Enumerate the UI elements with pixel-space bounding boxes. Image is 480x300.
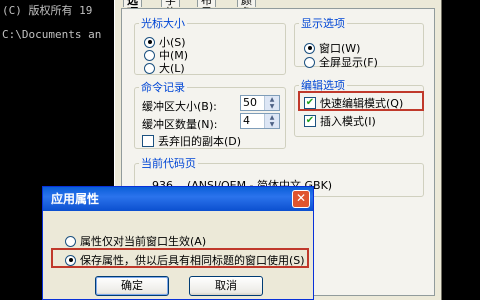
quick-edit-option[interactable]: ✔ 快速编辑模式(Q) bbox=[304, 95, 403, 111]
checkbox-icon[interactable] bbox=[142, 135, 154, 147]
spin-up-icon[interactable]: ▲ bbox=[265, 114, 279, 121]
insert-mode-label: 插入模式(I) bbox=[320, 115, 376, 128]
display-options-title: 显示选项 bbox=[301, 17, 345, 30]
buffer-count-spinner[interactable]: 4 ▲ ▼ bbox=[240, 113, 280, 129]
command-history-title: 命令记录 bbox=[141, 81, 185, 94]
buffer-size-value[interactable]: 50 bbox=[241, 96, 264, 110]
console-prompt-line: C:\Documents an bbox=[2, 28, 102, 41]
tab-layout[interactable]: 布局 bbox=[197, 0, 216, 19]
insert-mode-option[interactable]: ✔ 插入模式(I) bbox=[304, 113, 376, 129]
quick-edit-label: 快速编辑模式(Q) bbox=[320, 97, 404, 110]
buffer-size-label: 缓冲区大小(B): bbox=[142, 100, 217, 113]
spin-down-icon[interactable]: ▼ bbox=[265, 121, 279, 128]
apply-save-option[interactable]: 保存属性，供以后具有相同标题的窗口使用(S) bbox=[65, 252, 305, 268]
codepage-title: 当前代码页 bbox=[141, 157, 196, 170]
display-fullscreen-label: 全屏显示(F) bbox=[319, 56, 378, 69]
tab-colors[interactable]: 颜色 bbox=[237, 0, 256, 19]
cursor-large-label: 大(L) bbox=[159, 62, 185, 75]
radio-selected-icon[interactable] bbox=[65, 254, 76, 266]
tab-font[interactable]: 字体 bbox=[161, 0, 180, 19]
radio-selected-icon[interactable] bbox=[304, 42, 315, 54]
radio-icon[interactable] bbox=[144, 49, 155, 61]
apply-save-label: 保存属性，供以后具有相同标题的窗口使用(S) bbox=[80, 254, 305, 267]
checkbox-checked-icon[interactable]: ✔ bbox=[304, 97, 316, 109]
spinner-arrows[interactable]: ▲ ▼ bbox=[264, 96, 279, 110]
cursor-size-title: 光标大小 bbox=[141, 17, 185, 30]
apply-properties-dialog: 应用属性 ✕ 属性仅对当前窗口生效(A) 保存属性，供以后具有相同标题的窗口使用… bbox=[42, 186, 314, 300]
cursor-size-large-option[interactable]: 大(L) bbox=[144, 60, 185, 76]
apply-current-window-option[interactable]: 属性仅对当前窗口生效(A) bbox=[65, 233, 206, 249]
spin-up-icon[interactable]: ▲ bbox=[265, 96, 279, 103]
ok-button[interactable]: 确定 bbox=[95, 276, 169, 296]
console-copyright-line: (C) 版权所有 19 bbox=[2, 4, 93, 17]
cancel-button[interactable]: 取消 bbox=[189, 276, 263, 296]
close-icon[interactable]: ✕ bbox=[292, 190, 310, 208]
spin-down-icon[interactable]: ▼ bbox=[265, 103, 279, 110]
dialog-titlebar[interactable]: 应用属性 ✕ bbox=[43, 187, 313, 211]
dialog-title: 应用属性 bbox=[51, 192, 100, 206]
radio-selected-icon[interactable] bbox=[144, 36, 155, 48]
apply-current-label: 属性仅对当前窗口生效(A) bbox=[80, 235, 207, 248]
radio-icon[interactable] bbox=[144, 62, 155, 74]
buffer-count-value[interactable]: 4 bbox=[241, 114, 264, 128]
buffer-size-spinner[interactable]: 50 ▲ ▼ bbox=[240, 95, 280, 111]
checkbox-checked-icon[interactable]: ✔ bbox=[304, 115, 316, 127]
discard-duplicates-label: 丢弃旧的副本(D) bbox=[158, 135, 242, 148]
discard-duplicates-option[interactable]: 丢弃旧的副本(D) bbox=[142, 133, 241, 149]
spinner-arrows[interactable]: ▲ ▼ bbox=[264, 114, 279, 128]
buffer-count-label: 缓冲区数量(N): bbox=[142, 118, 218, 131]
display-fullscreen-option[interactable]: 全屏显示(F) bbox=[304, 54, 378, 70]
tab-options[interactable]: 选项 bbox=[123, 0, 142, 19]
radio-icon[interactable] bbox=[65, 235, 76, 247]
radio-icon[interactable] bbox=[304, 56, 315, 68]
